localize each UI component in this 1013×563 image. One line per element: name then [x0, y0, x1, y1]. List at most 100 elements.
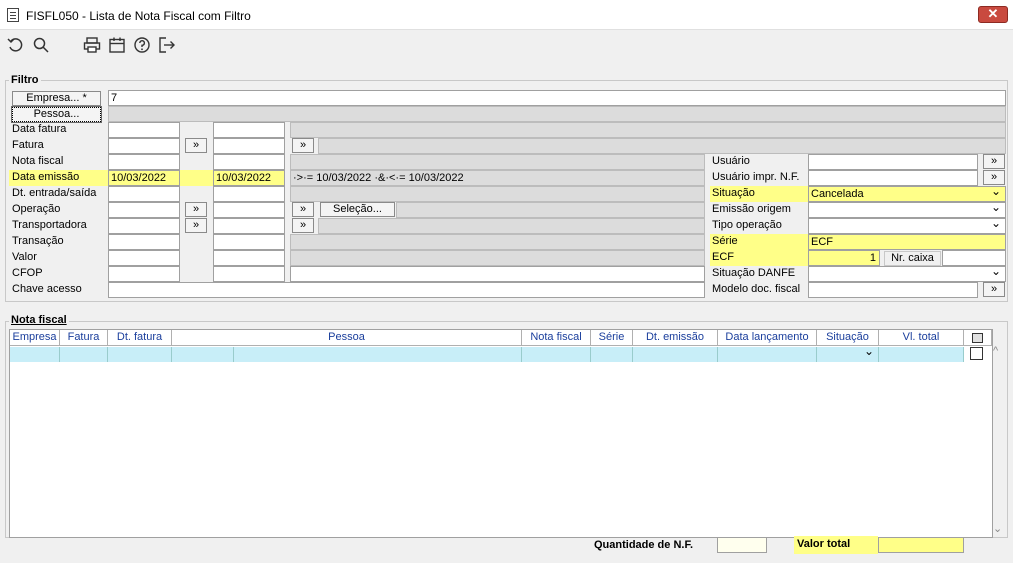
cell-pessoa-code[interactable] — [172, 347, 234, 362]
exit-icon[interactable] — [158, 36, 176, 54]
col-dt-emissao[interactable]: Dt. emissão — [633, 330, 718, 346]
data-fatura-expr — [290, 122, 1006, 138]
cell-dt-fatura[interactable] — [108, 347, 172, 362]
nr-caixa-input[interactable] — [942, 250, 1006, 266]
col-nota-fiscal[interactable]: Nota fiscal — [522, 330, 591, 346]
dt-entrada-to[interactable] — [213, 186, 285, 202]
data-fatura-to[interactable] — [213, 122, 285, 138]
valor-total-output — [878, 537, 964, 553]
col-vl-total[interactable]: Vl. total — [879, 330, 964, 346]
cell-situacao-select[interactable] — [817, 344, 879, 362]
close-button[interactable]: ✕ — [978, 6, 1008, 23]
usuario-impr-input[interactable] — [808, 170, 978, 186]
transportadora-expr — [318, 218, 705, 234]
window-title: FISFL050 - Lista de Nota Fiscal com Filt… — [26, 9, 251, 23]
cfop-to[interactable] — [213, 266, 285, 282]
nota-fiscal-expr — [290, 154, 705, 170]
filtro-title: Filtro — [9, 74, 41, 86]
label-tipo-operacao: Tipo operação — [712, 219, 782, 231]
scroll-down-icon[interactable]: ⌄ — [993, 522, 1002, 535]
pessoa-button[interactable]: Pessoa... — [11, 106, 102, 123]
valor-to[interactable] — [213, 250, 285, 266]
col-empresa[interactable]: Empresa — [10, 330, 60, 346]
fatura-to[interactable] — [213, 138, 285, 154]
serie-input[interactable]: ECF — [808, 234, 1006, 250]
modelo-doc-input[interactable] — [808, 282, 978, 298]
quantidade-label: Quantidade de N.F. — [594, 539, 694, 551]
calendar-icon[interactable] — [108, 36, 126, 54]
situacao-select[interactable]: Cancelada — [808, 186, 1006, 202]
operacao-lookup-button[interactable]: » — [185, 202, 207, 217]
modelo-doc-lookup-button[interactable]: » — [983, 282, 1005, 297]
empresa-input[interactable]: 7 — [108, 90, 1006, 106]
selecao-button[interactable]: Seleção... — [320, 202, 395, 217]
col-serie[interactable]: Série — [591, 330, 633, 346]
dt-entrada-from[interactable] — [108, 186, 180, 202]
valor-expr — [290, 250, 705, 266]
label-dt-entrada-saida: Dt. entrada/saída — [12, 187, 97, 199]
grid-scrollbar[interactable] — [993, 347, 1005, 537]
cell-nota-fiscal[interactable] — [522, 347, 591, 362]
data-emissao-to[interactable]: 10/03/2022 — [213, 170, 285, 186]
select-all-checkbox-icon[interactable] — [972, 333, 983, 343]
transportadora-expr-button[interactable]: » — [292, 218, 314, 233]
data-emissao-expr: ·>·= 10/03/2022 ·&·<·= 10/03/2022 — [290, 170, 705, 186]
empresa-button[interactable]: Empresa... * — [12, 91, 101, 106]
transportadora-to[interactable] — [213, 218, 285, 234]
cell-dt-emissao[interactable] — [633, 347, 718, 362]
transacao-to[interactable] — [213, 234, 285, 250]
emissao-origem-select[interactable] — [808, 202, 1006, 218]
quantidade-output — [717, 537, 767, 553]
label-nr-caixa: Nr. caixa — [884, 251, 941, 266]
cell-pessoa-name[interactable] — [234, 347, 522, 362]
usuario-lookup-button[interactable]: » — [983, 154, 1005, 169]
search-icon[interactable] — [32, 36, 50, 54]
cell-empresa[interactable] — [10, 347, 60, 362]
fatura-from[interactable] — [108, 138, 180, 154]
scroll-up-icon[interactable]: ^ — [993, 345, 998, 357]
transacao-expr — [290, 234, 705, 250]
undo-icon[interactable] — [7, 36, 25, 54]
label-usuario: Usuário — [712, 155, 750, 167]
operacao-expr-button[interactable]: » — [292, 202, 314, 217]
col-pessoa[interactable]: Pessoa — [172, 330, 522, 346]
nota-fiscal-title: Nota fiscal — [9, 314, 69, 326]
data-fatura-from[interactable] — [108, 122, 180, 138]
cell-vl-total[interactable] — [879, 347, 964, 362]
transportadora-from[interactable] — [108, 218, 180, 234]
print-icon[interactable] — [83, 36, 101, 54]
chave-acesso-input[interactable] — [108, 282, 705, 298]
help-icon[interactable] — [133, 36, 151, 54]
data-emissao-from[interactable]: 10/03/2022 — [108, 170, 180, 186]
label-data-emissao: Data emissão — [9, 170, 108, 186]
situacao-danfe-select[interactable] — [808, 266, 1006, 282]
nota-fiscal-from[interactable] — [108, 154, 180, 170]
ecf-input[interactable]: 1 — [808, 250, 880, 266]
col-fatura[interactable]: Fatura — [60, 330, 108, 346]
valor-from[interactable] — [108, 250, 180, 266]
cell-serie[interactable] — [591, 347, 633, 362]
operacao-expr — [396, 202, 705, 218]
cfop-from[interactable] — [108, 266, 180, 282]
transportadora-lookup-button[interactable]: » — [185, 218, 207, 233]
dt-entrada-expr — [290, 186, 705, 202]
row-checkbox[interactable] — [970, 347, 983, 360]
operacao-from[interactable] — [108, 202, 180, 218]
nota-fiscal-to[interactable] — [213, 154, 285, 170]
operacao-to[interactable] — [213, 202, 285, 218]
usuario-input[interactable] — [808, 154, 978, 170]
col-data-lancamento[interactable]: Data lançamento — [718, 330, 817, 346]
cfop-expr[interactable] — [290, 266, 705, 282]
fatura-expr-button[interactable]: » — [292, 138, 314, 153]
fatura-lookup-button[interactable]: » — [185, 138, 207, 153]
col-dt-fatura[interactable]: Dt. fatura — [108, 330, 172, 346]
fatura-expr — [318, 138, 1006, 154]
tipo-operacao-select[interactable] — [808, 218, 1006, 234]
transacao-from[interactable] — [108, 234, 180, 250]
usuario-impr-lookup-button[interactable]: » — [983, 170, 1005, 185]
cell-data-lancamento[interactable] — [718, 347, 817, 362]
select-all-header[interactable] — [964, 330, 992, 346]
label-nota-fiscal: Nota fiscal — [12, 155, 64, 167]
pessoa-field — [108, 106, 1006, 122]
cell-fatura[interactable] — [60, 347, 108, 362]
